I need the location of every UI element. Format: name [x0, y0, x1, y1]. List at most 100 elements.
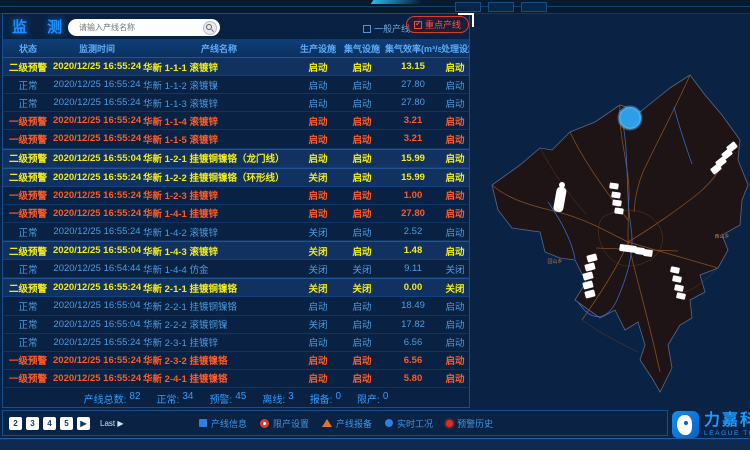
decorative-rect: [455, 2, 481, 12]
table-row[interactable]: 一级预警2020/12/25 16:55:24华新 1-4-1 挂镀锌启动启动2…: [3, 205, 469, 223]
bottom-bar: 2345 ▶ Last ▶ 产线信息限产设置 产线报备实时工况 预警历史: [2, 410, 668, 436]
cyan-accent-streak: [371, 0, 424, 4]
legend-item[interactable]: 限产设置: [260, 417, 309, 430]
cell-prod: 启动: [297, 353, 339, 367]
cell-prod: 启动: [297, 60, 339, 74]
cell-status: 正常: [3, 96, 53, 110]
search-box[interactable]: [68, 19, 220, 36]
decorative-rect: [521, 2, 547, 12]
cell-status: 正常: [3, 299, 53, 313]
cell-name: 华新 1-2-1 挂镀铜镍铬（龙门线）: [141, 151, 297, 165]
page-button[interactable]: 2: [9, 417, 22, 430]
table-row[interactable]: 一级预警2020/12/25 16:55:24华新 2-3-2 挂镀镍铬启动启动…: [3, 352, 469, 370]
cell-name: 华新 1-2-3 挂镀锌: [141, 188, 297, 202]
column-header: 产线名称: [141, 42, 297, 55]
table-row[interactable]: 一级预警2020/12/25 16:55:24华新 2-4-1 挂镀镍铬启动启动…: [3, 370, 469, 388]
table-row[interactable]: 正常2020/12/25 16:55:24华新 2-3-1 挂镀锌启动启动6.5…: [3, 334, 469, 352]
cell-eff: 13.15: [385, 61, 441, 72]
cell-time: 2020/12/25 16:55:24: [53, 208, 141, 219]
table-body: 二级预警2020/12/25 16:55:24华新 1-1-1 滚镀锌启动启动1…: [3, 57, 469, 388]
cell-prod: 启动: [297, 299, 339, 313]
filter-normal-lines[interactable]: 一般产线: [363, 22, 410, 35]
table-row[interactable]: 二级预警2020/12/25 16:55:24华新 2-1-1 挂镀铜镍铬关闭关…: [3, 278, 469, 297]
page-button[interactable]: 5: [60, 417, 73, 430]
cell-eff: 1.48: [385, 245, 441, 256]
divider: [0, 6, 750, 7]
checkbox-icon[interactable]: [363, 25, 371, 33]
cell-treat: 启动: [441, 371, 469, 385]
cell-prod: 关闭: [297, 244, 339, 258]
table-row[interactable]: 正常2020/12/25 16:55:24华新 1-4-2 滚镀锌关闭启动2.5…: [3, 223, 469, 241]
page-button[interactable]: 3: [26, 417, 39, 430]
summary-label: 产线总数:: [84, 391, 127, 406]
cell-name: 华新 2-4-1 挂镀镍铬: [141, 371, 297, 385]
table-row[interactable]: 二级预警2020/12/25 16:55:24华新 1-2-2 挂镀铜镍铬（环形…: [3, 168, 469, 187]
legend-item[interactable]: 产线报备: [322, 417, 372, 430]
cell-treat: 启动: [441, 353, 469, 367]
next-page-button[interactable]: ▶: [77, 417, 90, 430]
legend: 产线信息限产设置 产线报备实时工况 预警历史: [199, 411, 493, 435]
table-row[interactable]: 正常2020/12/25 16:55:04华新 2-2-1 挂镀铜镍铬启动启动1…: [3, 297, 469, 315]
summary-value: 3: [288, 391, 294, 406]
cell-time: 2020/12/25 16:54:44: [53, 263, 141, 274]
cell-gas: 启动: [339, 151, 385, 165]
search-input[interactable]: [77, 22, 203, 33]
cell-status: 一级预警: [3, 206, 53, 220]
last-page-button[interactable]: Last ▶: [100, 419, 124, 428]
checkbox-checked-icon[interactable]: [414, 21, 422, 29]
cell-gas: 启动: [339, 114, 385, 128]
cell-status: 一级预警: [3, 371, 53, 385]
cell-name: 华新 1-1-1 滚镀锌: [141, 60, 297, 74]
cell-prod: 关闭: [297, 170, 339, 184]
legend-label: 预警历史: [457, 417, 493, 430]
cell-gas: 启动: [339, 353, 385, 367]
column-header: 集气效率(m³/s): [385, 42, 441, 55]
cell-eff: 9.11: [385, 263, 441, 274]
monitoring-dashboard: 监 测 一般产线 重点产线 状态监测时间产线名称生产设施集气设施集气效率(m³/…: [0, 0, 750, 450]
page-button[interactable]: 4: [43, 417, 56, 430]
cell-name: 华新 2-2-1 挂镀铜镍铬: [141, 299, 297, 313]
legend-item[interactable]: 产线信息: [199, 417, 247, 430]
legend-item[interactable]: 实时工况: [385, 417, 433, 430]
summary-item: 正常:34: [157, 391, 194, 406]
cell-gas: 启动: [339, 60, 385, 74]
table-row[interactable]: 二级预警2020/12/25 16:55:24华新 1-1-1 滚镀锌启动启动1…: [3, 57, 469, 76]
cell-eff: 0.00: [385, 282, 441, 293]
cell-name: 华新 2-3-1 挂镀锌: [141, 335, 297, 349]
cell-eff: 15.99: [385, 172, 441, 183]
table-row[interactable]: 正常2020/12/25 16:55:24华新 1-1-2 滚镀镍启动启动27.…: [3, 76, 469, 94]
cell-time: 2020/12/25 16:55:24: [53, 79, 141, 90]
column-header: 处理设施: [441, 42, 469, 55]
table-row[interactable]: 一级预警2020/12/25 16:55:24华新 1-1-4 滚镀锌启动启动3…: [3, 112, 469, 130]
table-row[interactable]: 正常2020/12/25 16:55:04华新 2-2-2 滚镀铜镍关闭启动17…: [3, 316, 469, 334]
cell-treat: 关闭: [441, 281, 469, 295]
cell-treat: 启动: [441, 317, 469, 331]
map-place-label: 园山乡: [547, 258, 562, 265]
filter-normal-label: 一般产线: [374, 22, 410, 35]
cell-name: 华新 1-4-2 滚镀锌: [141, 225, 297, 239]
summary-value: 0: [335, 391, 341, 406]
search-icon[interactable]: [203, 21, 217, 35]
filter-key-lines-button[interactable]: 重点产线: [406, 16, 469, 33]
table-row[interactable]: 正常2020/12/25 16:55:24华新 1-1-3 滚镀锌启动启动27.…: [3, 94, 469, 112]
map-place-label: 西山乡: [714, 233, 729, 240]
cell-time: 2020/12/25 16:55:24: [53, 115, 141, 126]
map-marker-circle[interactable]: [619, 107, 641, 129]
table-row[interactable]: 二级预警2020/12/25 16:55:04华新 1-4-3 滚镀锌关闭启动1…: [3, 241, 469, 260]
legend-item[interactable]: 预警历史: [446, 417, 493, 430]
table-row[interactable]: 一级预警2020/12/25 16:55:24华新 1-1-5 滚镀锌启动启动3…: [3, 130, 469, 148]
cell-name: 华新 2-2-2 滚镀铜镍: [141, 317, 297, 331]
logo-text: 力嘉科技 LEAGUE TE: [704, 412, 750, 437]
cell-treat: 启动: [441, 225, 469, 239]
legend-label: 产线报备: [336, 417, 372, 430]
table-row[interactable]: 二级预警2020/12/25 16:55:04华新 1-2-1 挂镀铜镍铬（龙门…: [3, 149, 469, 168]
cell-name: 华新 1-4-3 滚镀锌: [141, 244, 297, 258]
district-map[interactable]: 西山乡园山乡: [478, 52, 750, 408]
cell-gas: 启动: [339, 225, 385, 239]
table-row[interactable]: 一级预警2020/12/25 16:55:24华新 1-2-3 挂镀锌启动启动1…: [3, 187, 469, 205]
table-row[interactable]: 正常2020/12/25 16:54:44华新 1-4-4 仿金关闭关闭9.11…: [3, 260, 469, 278]
cell-treat: 启动: [441, 335, 469, 349]
cell-status: 正常: [3, 225, 53, 239]
cell-gas: 启动: [339, 78, 385, 92]
summary-value: 34: [182, 391, 193, 406]
